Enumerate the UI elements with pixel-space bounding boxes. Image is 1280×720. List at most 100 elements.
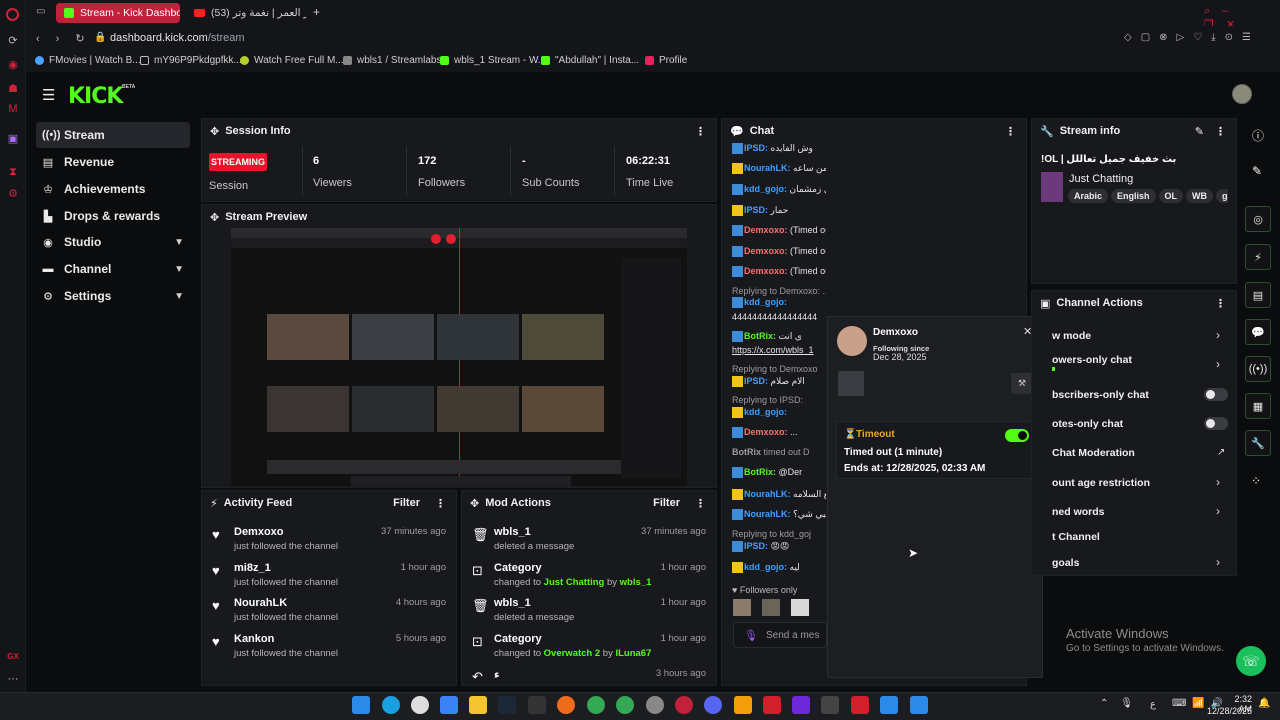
twitch-icon[interactable]: ▣: [6, 132, 20, 146]
sidebar-item-achievements[interactable]: ♔ Achievements: [36, 176, 190, 202]
bookmark-item[interactable]: mY96P9Pkdgpfkk...: [140, 55, 242, 66]
more-options-icon[interactable]: ⋮: [1005, 125, 1016, 138]
avatar[interactable]: [1232, 84, 1252, 104]
pencil-icon[interactable]: ✎: [1252, 164, 1262, 178]
chat-username[interactable]: NourahLK:: [744, 163, 793, 173]
chat-username[interactable]: kdd_gojo:: [744, 297, 787, 307]
avatar[interactable]: [791, 599, 809, 616]
chat-message[interactable]: Replying to Demxoxo: ...: [732, 286, 826, 296]
taskbar-app-icon[interactable]: [734, 696, 752, 714]
chat-username[interactable]: kdd_gojo:: [744, 562, 790, 572]
taskbar-app-icon[interactable]: [557, 696, 575, 714]
more-options-icon[interactable]: ⋮: [695, 125, 706, 138]
chat-message[interactable]: Demxoxo: (Timed out): [732, 266, 826, 278]
move-icon[interactable]: ✥: [470, 497, 479, 510]
sidebar-item-drops[interactable]: ▙ Drops & rewards: [36, 203, 190, 229]
bookmark-item[interactable]: Watch Free Full M...: [240, 55, 344, 66]
chat-username[interactable]: NourahLK:: [744, 489, 793, 499]
move-icon[interactable]: ✥: [210, 125, 219, 138]
chat-message[interactable]: BotRix: @Der: [732, 467, 826, 479]
chat-username[interactable]: BotRix:: [744, 467, 779, 477]
avatar[interactable]: [762, 599, 780, 616]
epic-games-icon[interactable]: [528, 696, 546, 714]
chat-message[interactable]: Demxoxo: (Timed out): [732, 246, 826, 258]
chat-username[interactable]: IPSD:: [744, 205, 771, 215]
folder-icon[interactable]: [469, 696, 487, 714]
rail-button[interactable]: ((•)): [1245, 356, 1271, 382]
host-channel-row[interactable]: t Channel: [1052, 531, 1100, 543]
chat-username[interactable]: IPSD:: [744, 143, 771, 153]
rail-button[interactable]: ⚡: [1245, 244, 1271, 270]
feed-name[interactable]: Kankon: [234, 633, 274, 645]
sidebar-app-icon[interactable]: ⧗: [6, 165, 20, 179]
filter-button[interactable]: Filter: [393, 497, 420, 509]
rail-button[interactable]: 💬: [1245, 319, 1271, 345]
rail-button[interactable]: 🔧: [1245, 430, 1271, 456]
taskbar-app-icon[interactable]: [792, 696, 810, 714]
new-tab-icon[interactable]: +: [313, 5, 320, 19]
chat-username[interactable]: Demxoxo:: [744, 427, 790, 437]
chat-message[interactable]: Replying to Demxoxo: [732, 364, 826, 374]
age-restriction-row[interactable]: ount age restriction: [1052, 477, 1150, 489]
feed-name[interactable]: mi8z_1: [234, 562, 271, 574]
rail-button[interactable]: ▤: [1245, 282, 1271, 308]
more-options-icon[interactable]: ⋮: [1215, 125, 1226, 138]
windows-start-icon[interactable]: [352, 696, 370, 714]
chat-message[interactable]: Demxoxo: (Timed out): [732, 225, 826, 237]
chat-message[interactable]: kdd_gojo: انا بخزل قل زمشمان: [732, 184, 826, 196]
chat-username[interactable]: NourahLK:: [744, 509, 793, 519]
tab-menu-icon[interactable]: ▭: [36, 6, 45, 17]
settings-icon[interactable]: ⚙: [6, 187, 20, 201]
chat-message[interactable]: NourahLK: ی مع السلامه: [732, 489, 826, 501]
chat-username[interactable]: IPSD:: [744, 376, 771, 386]
bookmark-item[interactable]: wbls1 / Streamlabs: [343, 55, 441, 66]
chat-message[interactable]: kdd_gojo: ليه: [732, 562, 826, 574]
rail-button[interactable]: ◎: [1245, 206, 1271, 232]
taskbar-app-icon[interactable]: [821, 696, 839, 714]
sidebar-app-icon[interactable]: ◉: [6, 58, 20, 72]
nav-buttons[interactable]: ‹›↻: [36, 32, 101, 45]
subscribers-only-toggle[interactable]: [1204, 388, 1228, 401]
chat-message[interactable]: IPSD: الام صلام: [732, 376, 826, 388]
taskbar-app-icon[interactable]: [763, 696, 781, 714]
feed-name[interactable]: NourahLK: [234, 597, 287, 609]
chat-message[interactable]: NourahLK: بتبي شي؟: [732, 509, 826, 521]
sidebar-item-revenue[interactable]: ▤ Revenue: [36, 149, 190, 175]
opera-gx-icon[interactable]: [675, 696, 693, 714]
chat-moderation-row[interactable]: Chat Moderation: [1052, 447, 1135, 459]
chat-message[interactable]: kdd_gojo:: [732, 407, 826, 419]
timeout-toggle[interactable]: [1005, 429, 1029, 442]
chat-message[interactable]: Demxoxo: ...: [732, 427, 826, 439]
chat-username[interactable]: BotRix: [732, 447, 764, 457]
sidebar-item-stream[interactable]: ((•)) Stream: [36, 122, 190, 148]
user-card-action-button[interactable]: [838, 371, 864, 396]
feed-name[interactable]: Demxoxo: [234, 526, 284, 538]
opera-logo-icon[interactable]: [6, 8, 19, 21]
sidebar-item-studio[interactable]: ◉ Studio ▼: [36, 229, 190, 255]
taskbar-app-icon[interactable]: [851, 696, 869, 714]
emotes-only-toggle[interactable]: [1204, 417, 1228, 430]
chat-input[interactable]: 🎙 Send a mes: [733, 622, 827, 648]
edit-icon[interactable]: ✎: [1195, 125, 1204, 138]
discord-icon[interactable]: [704, 696, 722, 714]
chat-username[interactable]: kdd_gojo:: [744, 407, 787, 417]
store-icon[interactable]: [440, 696, 458, 714]
chat-message[interactable]: Replying to kdd_goj: [732, 529, 826, 539]
chrome-icon[interactable]: [587, 696, 605, 714]
notification-icon[interactable]: 🔔: [1258, 698, 1270, 709]
sidebar-app-icon[interactable]: M: [6, 102, 20, 116]
sync-icon[interactable]: ⟳: [6, 34, 20, 48]
slow-mode-row[interactable]: w mode: [1052, 330, 1091, 342]
taskbar-app-icon[interactable]: [910, 696, 928, 714]
chat-username[interactable]: kdd_gojo:: [744, 184, 790, 194]
widgets-icon[interactable]: ⁘: [1251, 474, 1261, 488]
rail-button[interactable]: ▦: [1245, 393, 1271, 419]
more-options-icon[interactable]: ⋮: [435, 497, 446, 510]
url-field[interactable]: dashboard.kick.com/stream: [110, 32, 245, 44]
tab-youtube[interactable]: (53) عمر العمر | نغمة وتر - ...: [186, 3, 306, 23]
gx-icon[interactable]: GX: [6, 650, 20, 664]
goals-row[interactable]: goals: [1052, 557, 1079, 569]
chat-message[interactable]: IPSD: حمار: [732, 205, 826, 217]
chat-message[interactable]: BotRix timed out D: [732, 447, 826, 457]
bookmark-item[interactable]: wbls_1 Stream - W...: [440, 55, 546, 66]
